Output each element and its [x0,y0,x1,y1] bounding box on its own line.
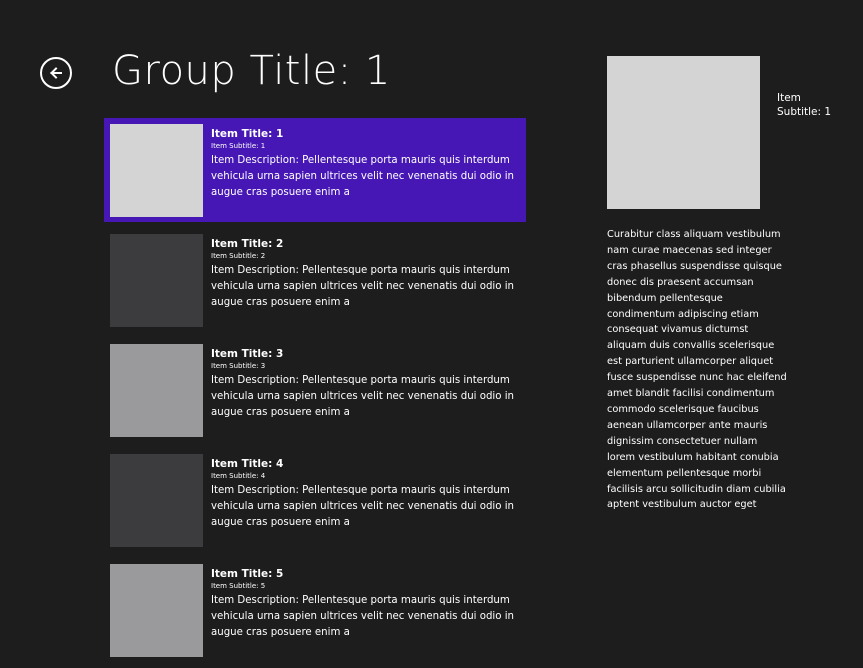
item-title: Item Title: 2 [211,238,284,250]
item-title: Item Title: 1 [211,128,284,140]
item-text: Item Title: 4 Item Subtitle: 4 Item Desc… [211,457,520,531]
item-description: Item Description: Pellentesque porta mau… [211,485,515,528]
item-list[interactable]: Item Title: 1 Item Subtitle: 1 Item Desc… [104,118,526,668]
page-title: Group Title: 1 [112,48,391,94]
item-description: Item Description: Pellentesque porta mau… [211,595,515,638]
item-description: Item Description: Pellentesque porta mau… [211,375,515,418]
item-subtitle: Item Subtitle: 2 [211,252,266,260]
item-subtitle: Item Subtitle: 3 [211,362,266,370]
detail-image [607,56,760,209]
back-arrow-icon [50,67,62,79]
item-text: Item Title: 3 Item Subtitle: 3 Item Desc… [211,347,520,421]
item-description: Item Description: Pellentesque porta mau… [211,265,515,308]
item-title: Item Title: 3 [211,348,284,360]
item-thumbnail [110,124,203,217]
list-item[interactable]: Item Title: 4 Item Subtitle: 4 Item Desc… [104,448,526,552]
item-thumbnail [110,234,203,327]
list-item[interactable]: Item Title: 1 Item Subtitle: 1 Item Desc… [104,118,526,222]
list-item[interactable]: Item Title: 2 Item Subtitle: 2 Item Desc… [104,228,526,332]
item-text: Item Title: 5 Item Subtitle: 5 Item Desc… [211,567,520,641]
item-thumbnail [110,564,203,657]
detail-subtitle: Item Subtitle: 1 [777,92,832,118]
item-subtitle: Item Subtitle: 1 [211,142,266,150]
item-thumbnail [110,454,203,547]
list-item[interactable]: Item Title: 5 Item Subtitle: 5 Item Desc… [104,558,526,662]
item-description: Item Description: Pellentesque porta mau… [211,155,515,198]
detail-content: Curabitur class aliquam vestibulum nam c… [607,229,787,511]
list-item[interactable]: Item Title: 3 Item Subtitle: 3 Item Desc… [104,338,526,442]
item-subtitle: Item Subtitle: 5 [211,582,266,590]
item-text: Item Title: 1 Item Subtitle: 1 Item Desc… [211,127,520,201]
item-title: Item Title: 4 [211,458,284,470]
item-title: Item Title: 5 [211,568,284,580]
item-thumbnail [110,344,203,437]
back-button[interactable] [40,57,72,89]
item-text: Item Title: 2 Item Subtitle: 2 Item Desc… [211,237,520,311]
item-subtitle: Item Subtitle: 4 [211,472,266,480]
